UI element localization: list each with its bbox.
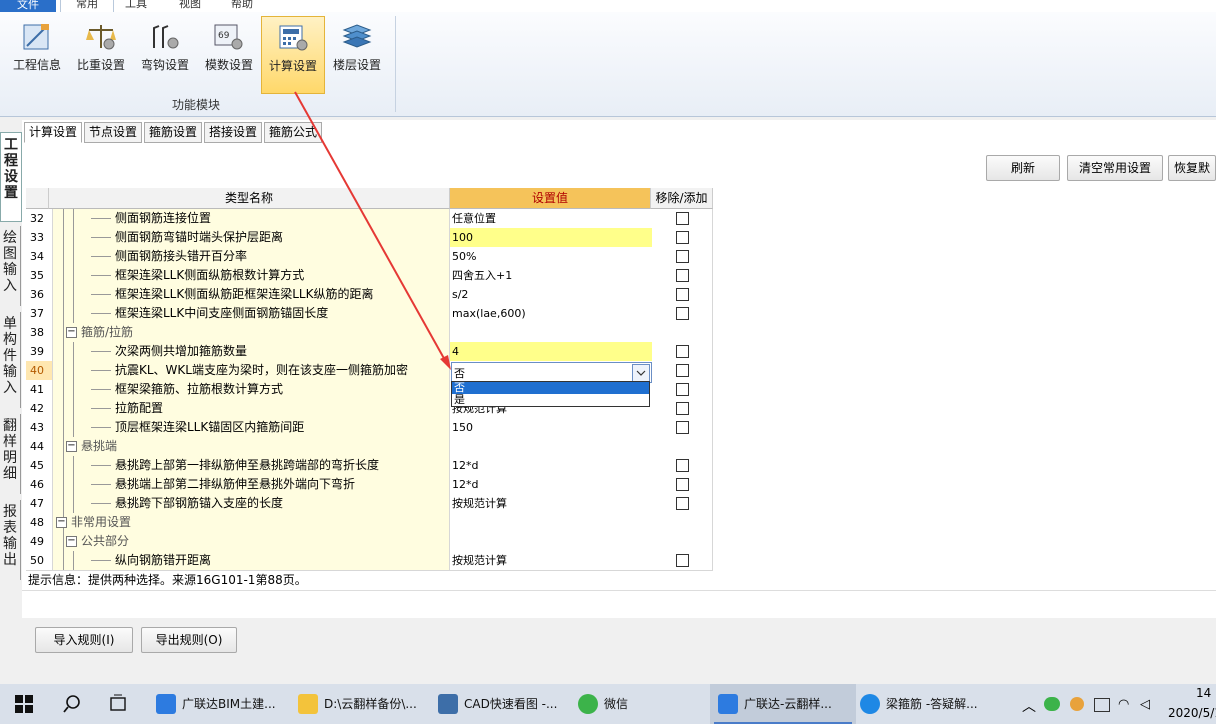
clock-date: 2020/5/1 bbox=[1168, 706, 1216, 720]
search-icon[interactable] bbox=[62, 694, 82, 714]
chevron-up-icon[interactable]: ︿ bbox=[1022, 696, 1036, 716]
taskbar-item-wechat[interactable]: 微信 bbox=[574, 684, 708, 724]
hint-text: 提示信息：提供两种选择。来源16G101-1第88页。 bbox=[28, 573, 307, 587]
task-view-icon[interactable] bbox=[108, 694, 128, 714]
hint-divider bbox=[22, 590, 1216, 591]
cad-viewer-icon bbox=[438, 694, 458, 714]
taskbar-label: 广联达-云翻样... bbox=[744, 697, 832, 711]
wechat-tray-icon[interactable] bbox=[1044, 697, 1060, 711]
folder-icon bbox=[298, 694, 318, 714]
taskbar-label: 广联达BIM土建... bbox=[182, 697, 276, 711]
import-rules-button[interactable]: 导入规则(I) bbox=[35, 627, 133, 653]
browser-icon bbox=[860, 694, 880, 714]
battery-icon[interactable] bbox=[1094, 698, 1110, 712]
taskbar-label: 微信 bbox=[604, 697, 629, 711]
taskbar-label: CAD快速看图 -... bbox=[464, 697, 558, 711]
glodon-cloud-icon bbox=[718, 694, 738, 714]
taskbar-label: 梁箍筋 -答疑解... bbox=[886, 697, 978, 711]
glodon-bim-icon bbox=[156, 694, 176, 714]
export-rules-button[interactable]: 导出规则(O) bbox=[141, 627, 237, 653]
taskbar-item-glodon-cloud[interactable]: 广联达-云翻样... bbox=[710, 684, 856, 724]
taskbar-item-glodon-bim[interactable]: 广联达BIM土建... bbox=[152, 684, 294, 724]
taskbar-label: D:\云翻样备份\... bbox=[324, 697, 417, 711]
taskbar-item-browser[interactable]: 梁箍筋 -答疑解... bbox=[854, 684, 1010, 724]
volume-icon[interactable]: ◁ bbox=[1140, 697, 1150, 712]
clock-time: 14 bbox=[1196, 686, 1212, 700]
wechat-icon bbox=[578, 694, 598, 714]
windows-start-icon[interactable] bbox=[14, 694, 34, 714]
qq-tray-icon[interactable] bbox=[1070, 697, 1084, 711]
wifi-icon[interactable]: ◠ bbox=[1118, 697, 1129, 712]
taskbar-item-folder[interactable]: D:\云翻样备份\... bbox=[294, 684, 432, 724]
annotation-arrow bbox=[294, 91, 451, 370]
taskbar-item-cad-viewer[interactable]: CAD快速看图 -... bbox=[434, 684, 572, 724]
